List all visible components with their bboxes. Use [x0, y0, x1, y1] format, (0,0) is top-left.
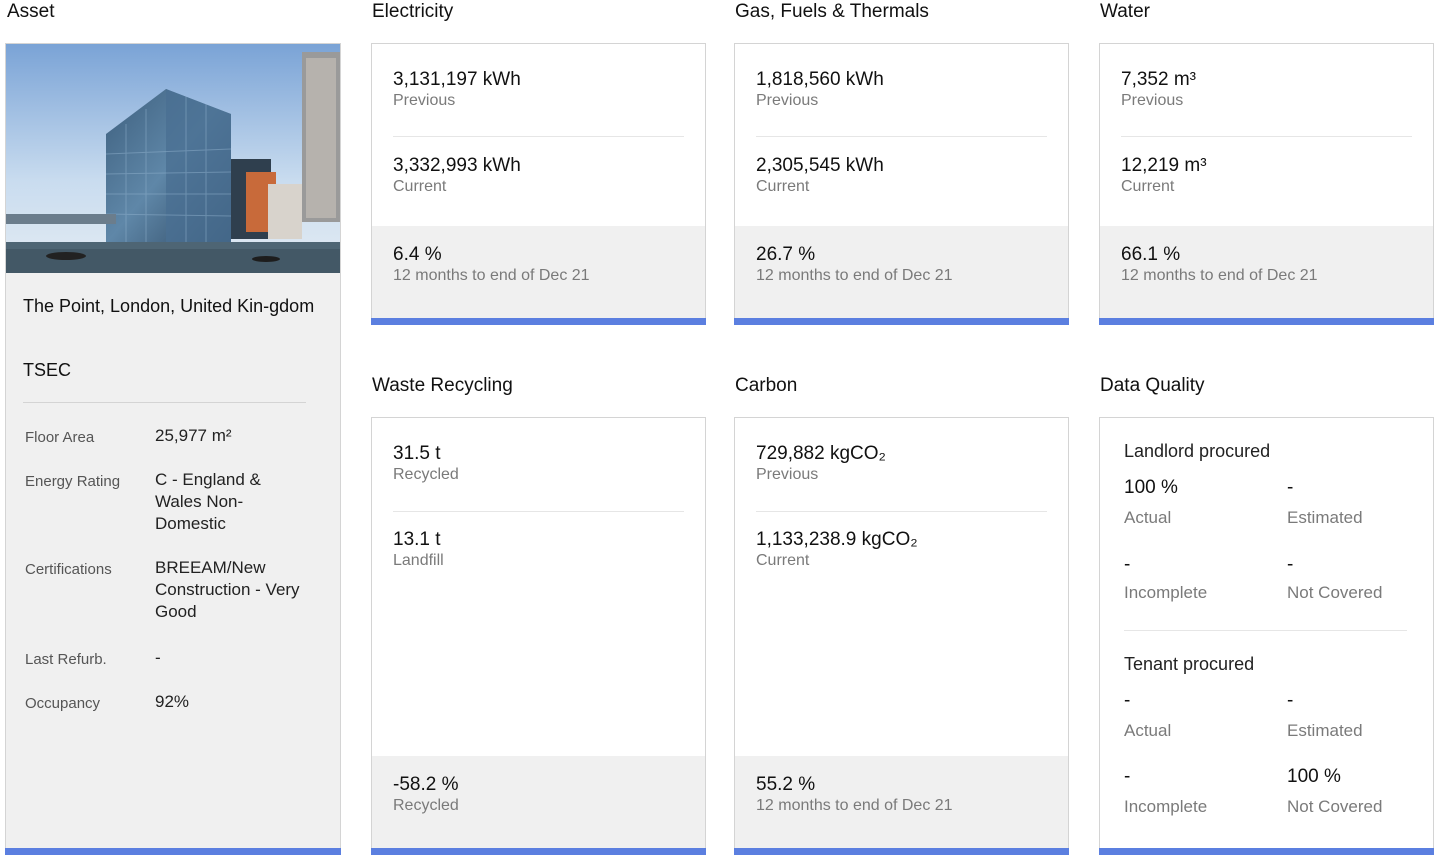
- water-current-value: 12,219 m³: [1121, 155, 1207, 176]
- gas-change-value: 26.7 %: [756, 244, 816, 265]
- electricity-change-value: 6.4 %: [393, 244, 442, 265]
- electricity-accent-bar: [371, 318, 706, 325]
- asset-photo: [6, 44, 340, 273]
- carbon-previous-label: Previous: [756, 466, 819, 483]
- building-image: [6, 44, 340, 273]
- electricity-current-label: Current: [393, 178, 447, 195]
- floor-area-value: 25,977 m²: [155, 426, 232, 445]
- electricity-card[interactable]: 3,131,197 kWh Previous 3,332,993 kWh Cur…: [371, 43, 706, 325]
- landlord-actual-value: 100 %: [1124, 477, 1178, 498]
- tenant-not-covered-value: 100 %: [1287, 766, 1341, 787]
- waste-landfill-value: 13.1 t: [393, 529, 441, 550]
- asset-divider: [23, 402, 306, 403]
- electricity-footer: 6.4 % 12 months to end of Dec 21: [372, 226, 705, 319]
- energy-rating-label: Energy Rating: [25, 473, 121, 490]
- water-current-label: Current: [1121, 178, 1175, 195]
- asset-name: The Point, London, United Kin-gdom: [23, 296, 315, 316]
- electricity-previous-value: 3,131,197 kWh: [393, 69, 521, 90]
- carbon-change-value: 55.2 %: [756, 774, 816, 795]
- waste-change-label: Recycled: [393, 797, 459, 814]
- last-refurb-value: -: [155, 648, 161, 667]
- water-change-label: 12 months to end of Dec 21: [1121, 267, 1318, 284]
- tenant-incomplete-value: -: [1124, 766, 1131, 787]
- carbon-current-value: 1,133,238.9 kgCO₂: [756, 529, 918, 550]
- asset-card[interactable]: The Point, London, United Kin-gdom TSEC …: [5, 43, 341, 855]
- certifications-value: BREEAM/New Construction - Very Good: [155, 558, 300, 621]
- carbon-change-label: 12 months to end of Dec 21: [756, 797, 953, 814]
- gas-previous-label: Previous: [756, 92, 819, 109]
- divider: [756, 136, 1047, 137]
- occupancy-label: Occupancy: [25, 695, 101, 712]
- waste-accent-bar: [371, 848, 706, 855]
- asset-title: Asset: [7, 1, 55, 22]
- gas-title: Gas, Fuels & Thermals: [735, 1, 929, 22]
- tenant-heading: Tenant procured: [1124, 654, 1255, 674]
- waste-recycled-label: Recycled: [393, 466, 459, 483]
- last-refurb-label: Last Refurb.: [25, 651, 107, 668]
- waste-card[interactable]: 31.5 t Recycled 13.1 t Landfill -58.2 % …: [371, 417, 706, 855]
- landlord-incomplete-label: Incomplete: [1124, 583, 1208, 602]
- floor-area-label: Floor Area: [25, 429, 95, 446]
- gas-card[interactable]: 1,818,560 kWh Previous 2,305,545 kWh Cur…: [734, 43, 1069, 325]
- landlord-actual-label: Actual: [1124, 508, 1172, 527]
- data-quality-accent-bar: [1099, 848, 1434, 855]
- divider: [756, 511, 1047, 512]
- carbon-previous-value: 729,882 kgCO₂: [756, 443, 886, 464]
- carbon-current-label: Current: [756, 552, 810, 569]
- energy-rating-value: C - England & Wales Non-Domestic: [155, 470, 261, 533]
- certifications-label: Certifications: [25, 561, 112, 578]
- asset-code: TSEC: [23, 360, 72, 380]
- carbon-accent-bar: [734, 848, 1069, 855]
- landlord-not-covered-label: Not Covered: [1287, 583, 1383, 602]
- gas-previous-value: 1,818,560 kWh: [756, 69, 884, 90]
- occupancy-value: 92%: [155, 692, 190, 711]
- divider: [1121, 136, 1412, 137]
- waste-change-value: -58.2 %: [393, 774, 459, 795]
- carbon-footer: 55.2 % 12 months to end of Dec 21: [735, 756, 1068, 849]
- asset-accent-bar: [5, 848, 341, 855]
- gas-footer: 26.7 % 12 months to end of Dec 21: [735, 226, 1068, 319]
- water-footer: 66.1 % 12 months to end of Dec 21: [1100, 226, 1433, 319]
- gas-current-value: 2,305,545 kWh: [756, 155, 884, 176]
- carbon-card[interactable]: 729,882 kgCO₂ Previous 1,133,238.9 kgCO₂…: [734, 417, 1069, 855]
- tenant-actual-value: -: [1124, 690, 1131, 711]
- landlord-incomplete-value: -: [1124, 554, 1131, 575]
- landlord-estimated-label: Estimated: [1287, 508, 1363, 527]
- water-title: Water: [1100, 1, 1150, 22]
- gas-change-label: 12 months to end of Dec 21: [756, 267, 953, 284]
- carbon-title: Carbon: [735, 375, 798, 396]
- electricity-previous-label: Previous: [393, 92, 456, 109]
- water-accent-bar: [1099, 318, 1434, 325]
- waste-recycled-value: 31.5 t: [393, 443, 441, 464]
- water-previous-value: 7,352 m³: [1121, 69, 1196, 90]
- divider: [393, 136, 684, 137]
- tenant-estimated-label: Estimated: [1287, 721, 1363, 740]
- gas-current-label: Current: [756, 178, 810, 195]
- landlord-not-covered-value: -: [1287, 554, 1294, 575]
- data-quality-card[interactable]: Landlord procured 100 % Actual - Estimat…: [1099, 417, 1434, 855]
- electricity-change-label: 12 months to end of Dec 21: [393, 267, 590, 284]
- water-previous-label: Previous: [1121, 92, 1184, 109]
- divider: [1124, 630, 1407, 631]
- tenant-estimated-value: -: [1287, 690, 1294, 711]
- waste-title: Waste Recycling: [372, 375, 513, 396]
- waste-footer: -58.2 % Recycled: [372, 756, 705, 849]
- tenant-incomplete-label: Incomplete: [1124, 797, 1208, 816]
- gas-accent-bar: [734, 318, 1069, 325]
- data-quality-title: Data Quality: [1100, 375, 1205, 396]
- tenant-actual-label: Actual: [1124, 721, 1172, 740]
- water-card[interactable]: 7,352 m³ Previous 12,219 m³ Current 66.1…: [1099, 43, 1434, 325]
- electricity-title: Electricity: [372, 1, 454, 22]
- electricity-current-value: 3,332,993 kWh: [393, 155, 521, 176]
- tenant-not-covered-label: Not Covered: [1287, 797, 1383, 816]
- divider: [393, 511, 684, 512]
- landlord-heading: Landlord procured: [1124, 441, 1271, 461]
- waste-landfill-label: Landfill: [393, 552, 444, 569]
- water-change-value: 66.1 %: [1121, 244, 1181, 265]
- landlord-estimated-value: -: [1287, 477, 1294, 498]
